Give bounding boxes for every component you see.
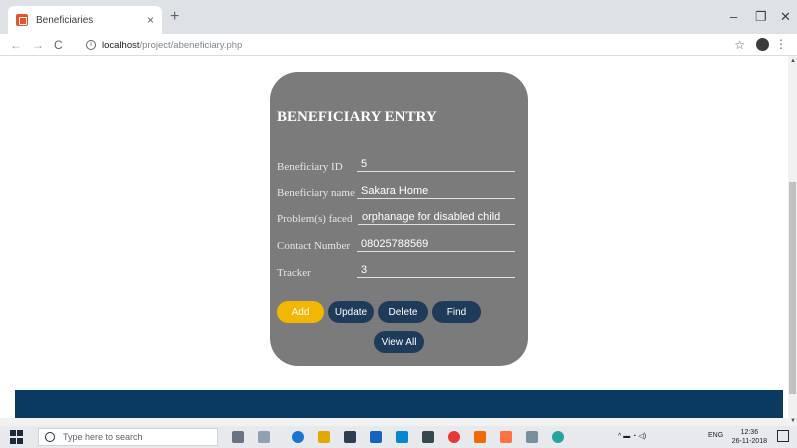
contact-number-input[interactable] [357, 236, 515, 252]
tracker-label: Tracker [277, 267, 311, 279]
windows-taskbar: Type here to search ^ ▬ ◔ ◁) ENG 12:36 2… [0, 426, 797, 448]
close-window-button[interactable]: ✕ [780, 9, 791, 25]
scrollbar-thumb[interactable] [789, 182, 796, 394]
taskbar-search-box[interactable]: Type here to search [38, 428, 218, 446]
browser-menu-icon[interactable]: ⋮ [775, 37, 787, 51]
page-footer-bar [15, 390, 783, 420]
store-icon[interactable] [344, 431, 356, 443]
view-all-button[interactable]: View All [374, 331, 424, 353]
browser-tab[interactable]: Beneficiaries × [8, 6, 162, 34]
url-path: /project/abeneficiary.php [139, 39, 243, 51]
reload-icon[interactable]: C [54, 38, 63, 52]
tracker-input[interactable] [357, 262, 515, 278]
tray-icons[interactable]: ^ ▬ ◔ ◁) [618, 432, 646, 440]
notification-center-icon[interactable] [777, 430, 789, 442]
vertical-scrollbar[interactable]: ▲ ▼ [788, 56, 797, 426]
forward-arrow-icon[interactable]: → [32, 38, 44, 52]
xampp-icon[interactable] [474, 431, 486, 443]
new-tab-button[interactable]: + [170, 8, 179, 26]
edge-browser-icon[interactable] [292, 431, 304, 443]
task-view-icon[interactable] [258, 431, 270, 443]
beneficiary-id-label: Beneficiary ID [277, 161, 343, 173]
beneficiary-id-input[interactable] [357, 156, 515, 172]
app-icon[interactable] [526, 431, 538, 443]
beneficiary-name-label: Beneficiary name [277, 187, 355, 199]
sublime-icon[interactable] [500, 431, 512, 443]
address-bar[interactable]: i localhost /project/abeneficiary.php [86, 37, 242, 53]
windows-start-icon[interactable] [10, 430, 24, 444]
beneficiary-name-input[interactable] [357, 183, 515, 199]
file-explorer-icon[interactable] [318, 431, 330, 443]
microphone-icon[interactable] [232, 431, 244, 443]
back-arrow-icon[interactable]: ← [10, 38, 22, 52]
site-info-icon[interactable]: i [86, 40, 96, 50]
scroll-up-arrow-icon[interactable]: ▲ [790, 58, 796, 64]
cortana-icon [45, 432, 55, 442]
scroll-down-arrow-icon[interactable]: ▼ [790, 418, 796, 424]
system-clock[interactable]: 12:36 26-11-2018 [732, 428, 767, 446]
problems-faced-input[interactable] [358, 209, 515, 225]
browser-tab-bar: Beneficiaries × + – ❐ ✕ [0, 0, 797, 34]
url-host: localhost [102, 39, 140, 51]
clock-time: 12:36 [740, 429, 759, 436]
contact-number-label: Contact Number [277, 240, 351, 252]
browser-toolbar: ← → C i localhost /project/abeneficiary.… [0, 34, 797, 56]
page-viewport: BENEFICIARY ENTRY Beneficiary ID Benefic… [0, 56, 797, 426]
form-title: BENEFICIARY ENTRY [277, 109, 437, 125]
problems-faced-label: Problem(s) faced [277, 213, 353, 225]
find-button[interactable]: Find [432, 301, 481, 323]
mail-icon[interactable] [422, 431, 434, 443]
language-indicator[interactable]: ENG [708, 432, 723, 439]
minimize-button[interactable]: – [730, 9, 737, 24]
bookmark-star-icon[interactable]: ☆ [734, 38, 745, 52]
help-icon[interactable] [552, 431, 564, 443]
taskbar-search-placeholder: Type here to search [63, 432, 143, 442]
add-button[interactable]: Add [277, 301, 324, 323]
page-favicon-icon [16, 14, 28, 26]
dropbox-icon[interactable] [370, 431, 382, 443]
vscode-icon[interactable] [396, 431, 408, 443]
horizontal-scrollbar[interactable] [0, 418, 788, 426]
tab-title: Beneficiaries [36, 14, 94, 26]
chrome-browser-icon[interactable] [448, 431, 460, 443]
maximize-button[interactable]: ❐ [755, 9, 767, 25]
profile-avatar-icon[interactable] [756, 38, 769, 51]
delete-button[interactable]: Delete [378, 301, 428, 323]
clock-date: 26-11-2018 [731, 438, 767, 445]
beneficiary-form-card: BENEFICIARY ENTRY Beneficiary ID Benefic… [270, 72, 528, 366]
update-button[interactable]: Update [328, 301, 374, 323]
tab-close-button[interactable]: × [147, 13, 154, 27]
